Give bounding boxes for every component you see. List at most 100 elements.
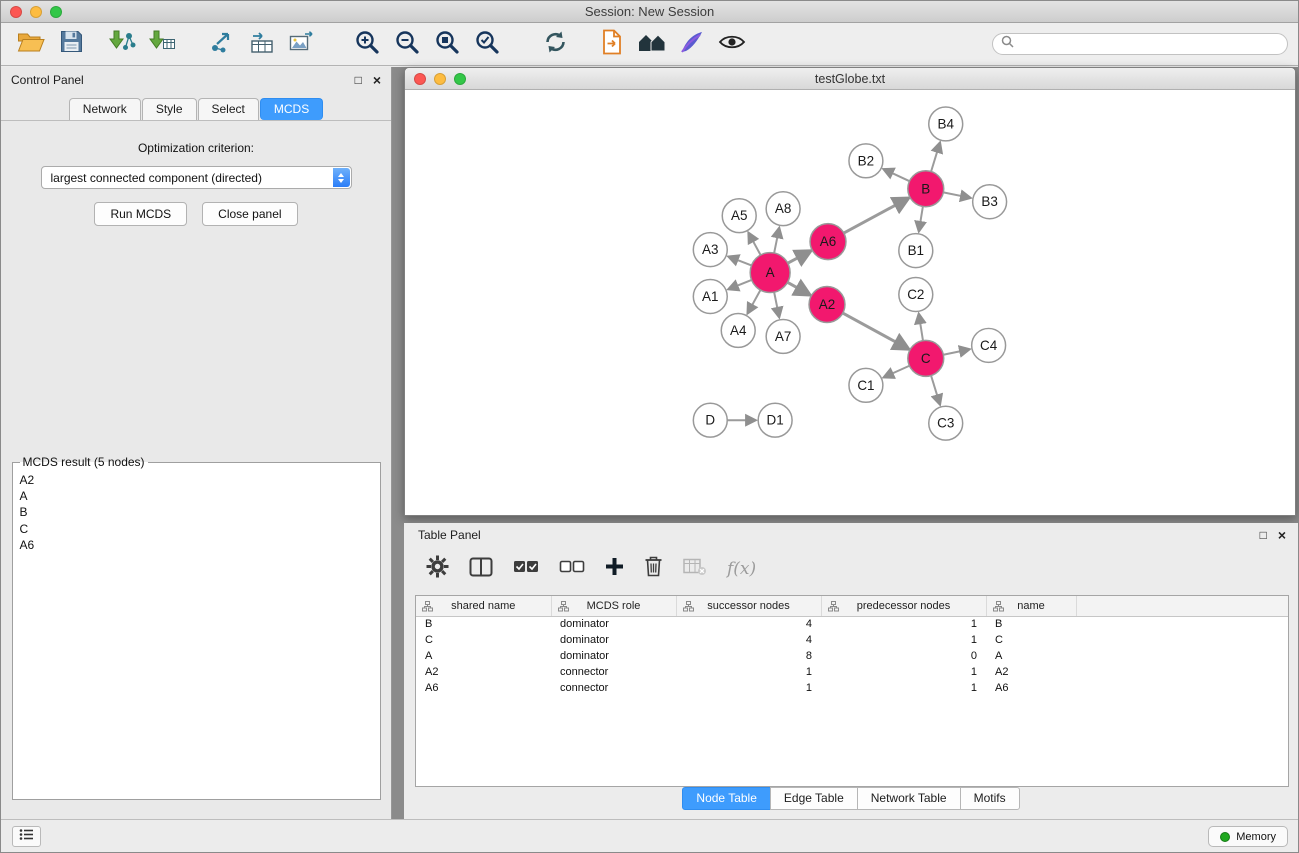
float-panel-icon[interactable]: □ — [355, 74, 362, 86]
home-button[interactable] — [632, 26, 672, 62]
table-row-b[interactable]: Bdominator41B — [416, 616, 1288, 632]
table-row-a2[interactable]: A2connector11A2 — [416, 664, 1288, 680]
minimize-window-button[interactable] — [30, 6, 42, 18]
graph-edge-A6-B[interactable] — [844, 199, 907, 233]
graph-edge-A-A6[interactable] — [788, 252, 809, 263]
cell-mcds-role[interactable]: dominator — [551, 648, 676, 664]
cell-mcds-role[interactable]: connector — [551, 680, 676, 696]
tab-node-table[interactable]: Node Table — [682, 787, 771, 810]
table-row-a[interactable]: Adominator80A — [416, 648, 1288, 664]
graph-edge-A-A5[interactable] — [749, 234, 760, 255]
cell-shared-name[interactable]: A — [416, 648, 551, 664]
network-minimize-button[interactable] — [434, 73, 446, 85]
add-column-button[interactable] — [605, 557, 624, 581]
close-panel-icon[interactable]: × — [373, 74, 381, 86]
tab-network-table[interactable]: Network Table — [857, 787, 961, 810]
cell-predecessor-nodes[interactable]: 1 — [821, 664, 986, 680]
cell-successor-nodes[interactable]: 1 — [676, 664, 821, 680]
column-header-shared-name[interactable]: shared name — [416, 596, 551, 616]
cell-shared-name[interactable]: A6 — [416, 680, 551, 696]
open-session-button[interactable] — [11, 26, 51, 62]
result-item-c[interactable]: C — [18, 521, 375, 537]
graph-edge-C-C4[interactable] — [943, 350, 968, 355]
close-table-panel-icon[interactable]: × — [1278, 529, 1286, 541]
column-header-predecessor-nodes[interactable]: predecessor nodes — [821, 596, 986, 616]
cell-name[interactable]: A6 — [986, 680, 1076, 696]
search-field[interactable] — [992, 33, 1288, 55]
export-table-button[interactable] — [242, 26, 282, 62]
network-zoom-button[interactable] — [454, 73, 466, 85]
graph-edge-A-A1[interactable] — [730, 280, 752, 289]
zoom-selected-button[interactable] — [467, 26, 507, 62]
graph-edge-A-A2[interactable] — [788, 282, 808, 293]
cell-shared-name[interactable]: B — [416, 616, 551, 632]
cell-predecessor-nodes[interactable]: 0 — [821, 648, 986, 664]
zoom-out-button[interactable] — [387, 26, 427, 62]
refresh-layout-button[interactable] — [535, 26, 575, 62]
close-window-button[interactable] — [10, 6, 22, 18]
graph-edge-C-C2[interactable] — [919, 315, 923, 340]
cell-shared-name[interactable]: C — [416, 632, 551, 648]
graph-edge-A-A7[interactable] — [774, 292, 779, 316]
graph-edge-C-C1[interactable] — [885, 366, 909, 377]
table-settings-button[interactable] — [426, 555, 449, 583]
cell-name[interactable]: A2 — [986, 664, 1076, 680]
cell-shared-name[interactable]: A2 — [416, 664, 551, 680]
column-header-name[interactable]: name — [986, 596, 1076, 616]
run-mcds-button[interactable]: Run MCDS — [94, 202, 187, 226]
result-item-a2[interactable]: A2 — [18, 472, 375, 488]
graph-edge-B-B2[interactable] — [885, 170, 910, 181]
zoom-fit-button[interactable] — [427, 26, 467, 62]
cell-name[interactable]: C — [986, 632, 1076, 648]
import-network-button[interactable] — [102, 26, 142, 62]
node-table[interactable]: shared nameMCDS rolesuccessor nodesprede… — [415, 595, 1289, 787]
cell-successor-nodes[interactable]: 1 — [676, 680, 821, 696]
tab-edge-table[interactable]: Edge Table — [770, 787, 858, 810]
import-table-button[interactable] — [142, 26, 182, 62]
tab-motifs[interactable]: Motifs — [960, 787, 1020, 810]
delete-column-button[interactable] — [644, 556, 663, 582]
close-panel-button[interactable]: Close panel — [202, 202, 297, 226]
cell-mcds-role[interactable]: connector — [551, 664, 676, 680]
search-input[interactable] — [1019, 37, 1279, 51]
cell-successor-nodes[interactable]: 4 — [676, 616, 821, 632]
show-hide-button[interactable] — [712, 26, 752, 62]
cell-mcds-role[interactable]: dominator — [551, 616, 676, 632]
cell-successor-nodes[interactable]: 8 — [676, 648, 821, 664]
dropdown-stepper-icon[interactable] — [333, 168, 350, 187]
float-table-panel-icon[interactable]: □ — [1260, 529, 1267, 541]
optimization-criterion-dropdown[interactable]: largest connected component (directed) — [41, 166, 352, 189]
style-painter-button[interactable] — [672, 26, 712, 62]
zoom-window-button[interactable] — [50, 6, 62, 18]
result-item-b[interactable]: B — [18, 504, 375, 520]
open-document-button[interactable] — [592, 26, 632, 62]
cell-name[interactable]: A — [986, 648, 1076, 664]
graph-edge-A-A4[interactable] — [748, 290, 760, 312]
tab-select[interactable]: Select — [198, 98, 259, 120]
graph-edge-A2-C[interactable] — [843, 313, 907, 348]
cell-name[interactable]: B — [986, 616, 1076, 632]
show-columns-button[interactable] — [469, 557, 493, 582]
graph-edge-A-A8[interactable] — [774, 229, 779, 253]
cell-predecessor-nodes[interactable]: 1 — [821, 616, 986, 632]
table-row-a6[interactable]: A6connector11A6 — [416, 680, 1288, 696]
graph-edge-B-B3[interactable] — [943, 192, 969, 197]
cell-mcds-role[interactable]: dominator — [551, 632, 676, 648]
result-item-a[interactable]: A — [18, 488, 375, 504]
network-graph[interactable]: B4B2BB3A5A8A6B1A3AC2A1A2A4A7C4CC1C3DD1 — [405, 90, 1295, 515]
cell-successor-nodes[interactable]: 4 — [676, 632, 821, 648]
select-all-button[interactable] — [513, 560, 539, 578]
network-window-titlebar[interactable]: testGlobe.txt — [405, 68, 1295, 90]
tab-style[interactable]: Style — [142, 98, 197, 120]
task-history-button[interactable] — [12, 826, 41, 847]
graph-edge-C-C3[interactable] — [931, 376, 939, 404]
memory-button[interactable]: Memory — [1208, 826, 1288, 847]
save-session-button[interactable] — [51, 26, 91, 62]
cell-predecessor-nodes[interactable]: 1 — [821, 632, 986, 648]
clear-table-button[interactable] — [683, 558, 707, 581]
graph-edge-B-B4[interactable] — [931, 144, 939, 172]
deselect-all-button[interactable] — [559, 560, 585, 578]
column-header-mcds-role[interactable]: MCDS role — [551, 596, 676, 616]
cell-predecessor-nodes[interactable]: 1 — [821, 680, 986, 696]
column-header-successor-nodes[interactable]: successor nodes — [676, 596, 821, 616]
